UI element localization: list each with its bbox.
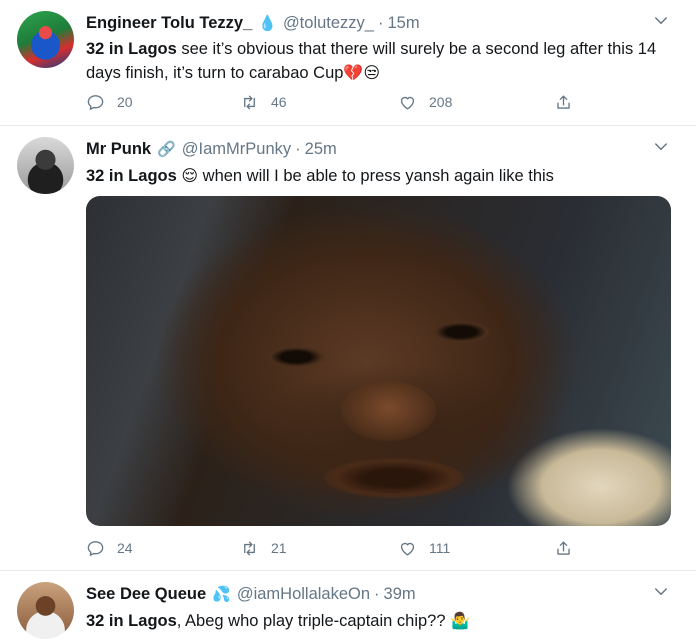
tweet-header: Engineer Tolu Tezzy_ 💧 @tolutezzy_ · 15m (86, 12, 420, 34)
separator: · (377, 13, 384, 32)
display-name[interactable]: Mr Punk (86, 140, 151, 159)
photo-detail (324, 458, 464, 498)
user-handle[interactable]: @tolutezzy_ (283, 14, 374, 33)
separator: · (374, 584, 380, 603)
timestamp[interactable]: 39m (384, 585, 416, 604)
tweet-body: when will I be able to press yansh again… (198, 167, 554, 185)
separator: · (295, 139, 301, 158)
like-count: 111 (429, 540, 451, 556)
like-icon (400, 96, 415, 110)
share-button[interactable] (554, 93, 573, 112)
tweet-text: 32 in Lagos see it’s obvious that there … (86, 38, 666, 85)
retweet-icon (244, 94, 255, 110)
tweet-header: See Dee Queue 💦 @iamHollalakeOn · 39m (86, 583, 416, 605)
retweet-icon (244, 540, 255, 556)
tweet[interactable]: Engineer Tolu Tezzy_ 💧 @tolutezzy_ · 15m… (0, 0, 696, 126)
reply-button[interactable]: 20 (86, 93, 133, 112)
name-emoji: 🔗 (157, 140, 176, 158)
reply-count: 24 (117, 540, 133, 556)
timeline: Engineer Tolu Tezzy_ 💧 @tolutezzy_ · 15m… (0, 0, 696, 641)
reply-count: 20 (117, 94, 133, 110)
chevron-down-icon[interactable] (652, 12, 670, 30)
tweet-emojis: 💔😒 (343, 63, 381, 82)
photo-detail (341, 381, 436, 441)
user-handle[interactable]: @iamHollalakeOn (237, 585, 370, 604)
share-button[interactable] (554, 539, 573, 558)
avatar[interactable] (17, 137, 74, 194)
retweet-count: 46 (271, 94, 287, 110)
retweet-button[interactable]: 46 (240, 93, 287, 112)
retweet-count: 21 (271, 540, 287, 556)
tweet[interactable]: See Dee Queue 💦 @iamHollalakeOn · 39m 32… (0, 571, 696, 641)
chevron-down-icon[interactable] (652, 583, 670, 601)
avatar[interactable] (17, 11, 74, 68)
tweet[interactable]: Mr Punk 🔗 @IamMrPunky · 25m 32 in Lagos … (0, 126, 696, 571)
tweet-actions: 24 21 111 (86, 537, 586, 559)
tweet-text: 32 in Lagos 😌 when will I be able to pre… (86, 164, 666, 188)
retweet-button[interactable]: 21 (240, 539, 287, 558)
reply-icon (87, 540, 104, 556)
like-button[interactable]: 111 (398, 539, 450, 558)
reply-button[interactable]: 24 (86, 539, 133, 558)
reply-icon (87, 94, 104, 110)
tweet-photo[interactable] (86, 196, 671, 526)
tweet-lead: 32 in Lagos (86, 167, 177, 185)
user-handle[interactable]: @IamMrPunky (182, 140, 291, 159)
like-count: 208 (429, 94, 453, 110)
share-icon (557, 540, 570, 555)
chevron-down-icon[interactable] (652, 138, 670, 156)
tweet-actions: 20 46 208 (86, 91, 586, 113)
avatar[interactable] (17, 582, 74, 639)
tweet-emoji: 😌 (181, 166, 199, 185)
display-name[interactable]: Engineer Tolu Tezzy_ (86, 14, 252, 33)
tweet-text: 32 in Lagos, Abeg who play triple-captai… (86, 609, 666, 633)
like-button[interactable]: 208 (398, 93, 452, 112)
like-icon (400, 542, 415, 556)
tweet-lead: 32 in Lagos (86, 612, 177, 630)
display-name[interactable]: See Dee Queue (86, 585, 206, 604)
tweet-emojis: 🤷‍♂️ (450, 611, 471, 630)
tweet-body: , Abeg who play triple-captain chip?? (176, 612, 446, 630)
name-emoji: 💦 (212, 585, 231, 603)
photo-detail (266, 346, 326, 368)
tweet-header: Mr Punk 🔗 @IamMrPunky · 25m (86, 138, 337, 160)
photo-detail (431, 321, 491, 343)
name-emoji: 💧 (258, 14, 277, 32)
share-icon (557, 94, 570, 109)
timestamp[interactable]: 25m (305, 140, 337, 159)
timestamp[interactable]: 15m (387, 14, 419, 33)
tweet-lead: 32 in Lagos (86, 40, 177, 58)
